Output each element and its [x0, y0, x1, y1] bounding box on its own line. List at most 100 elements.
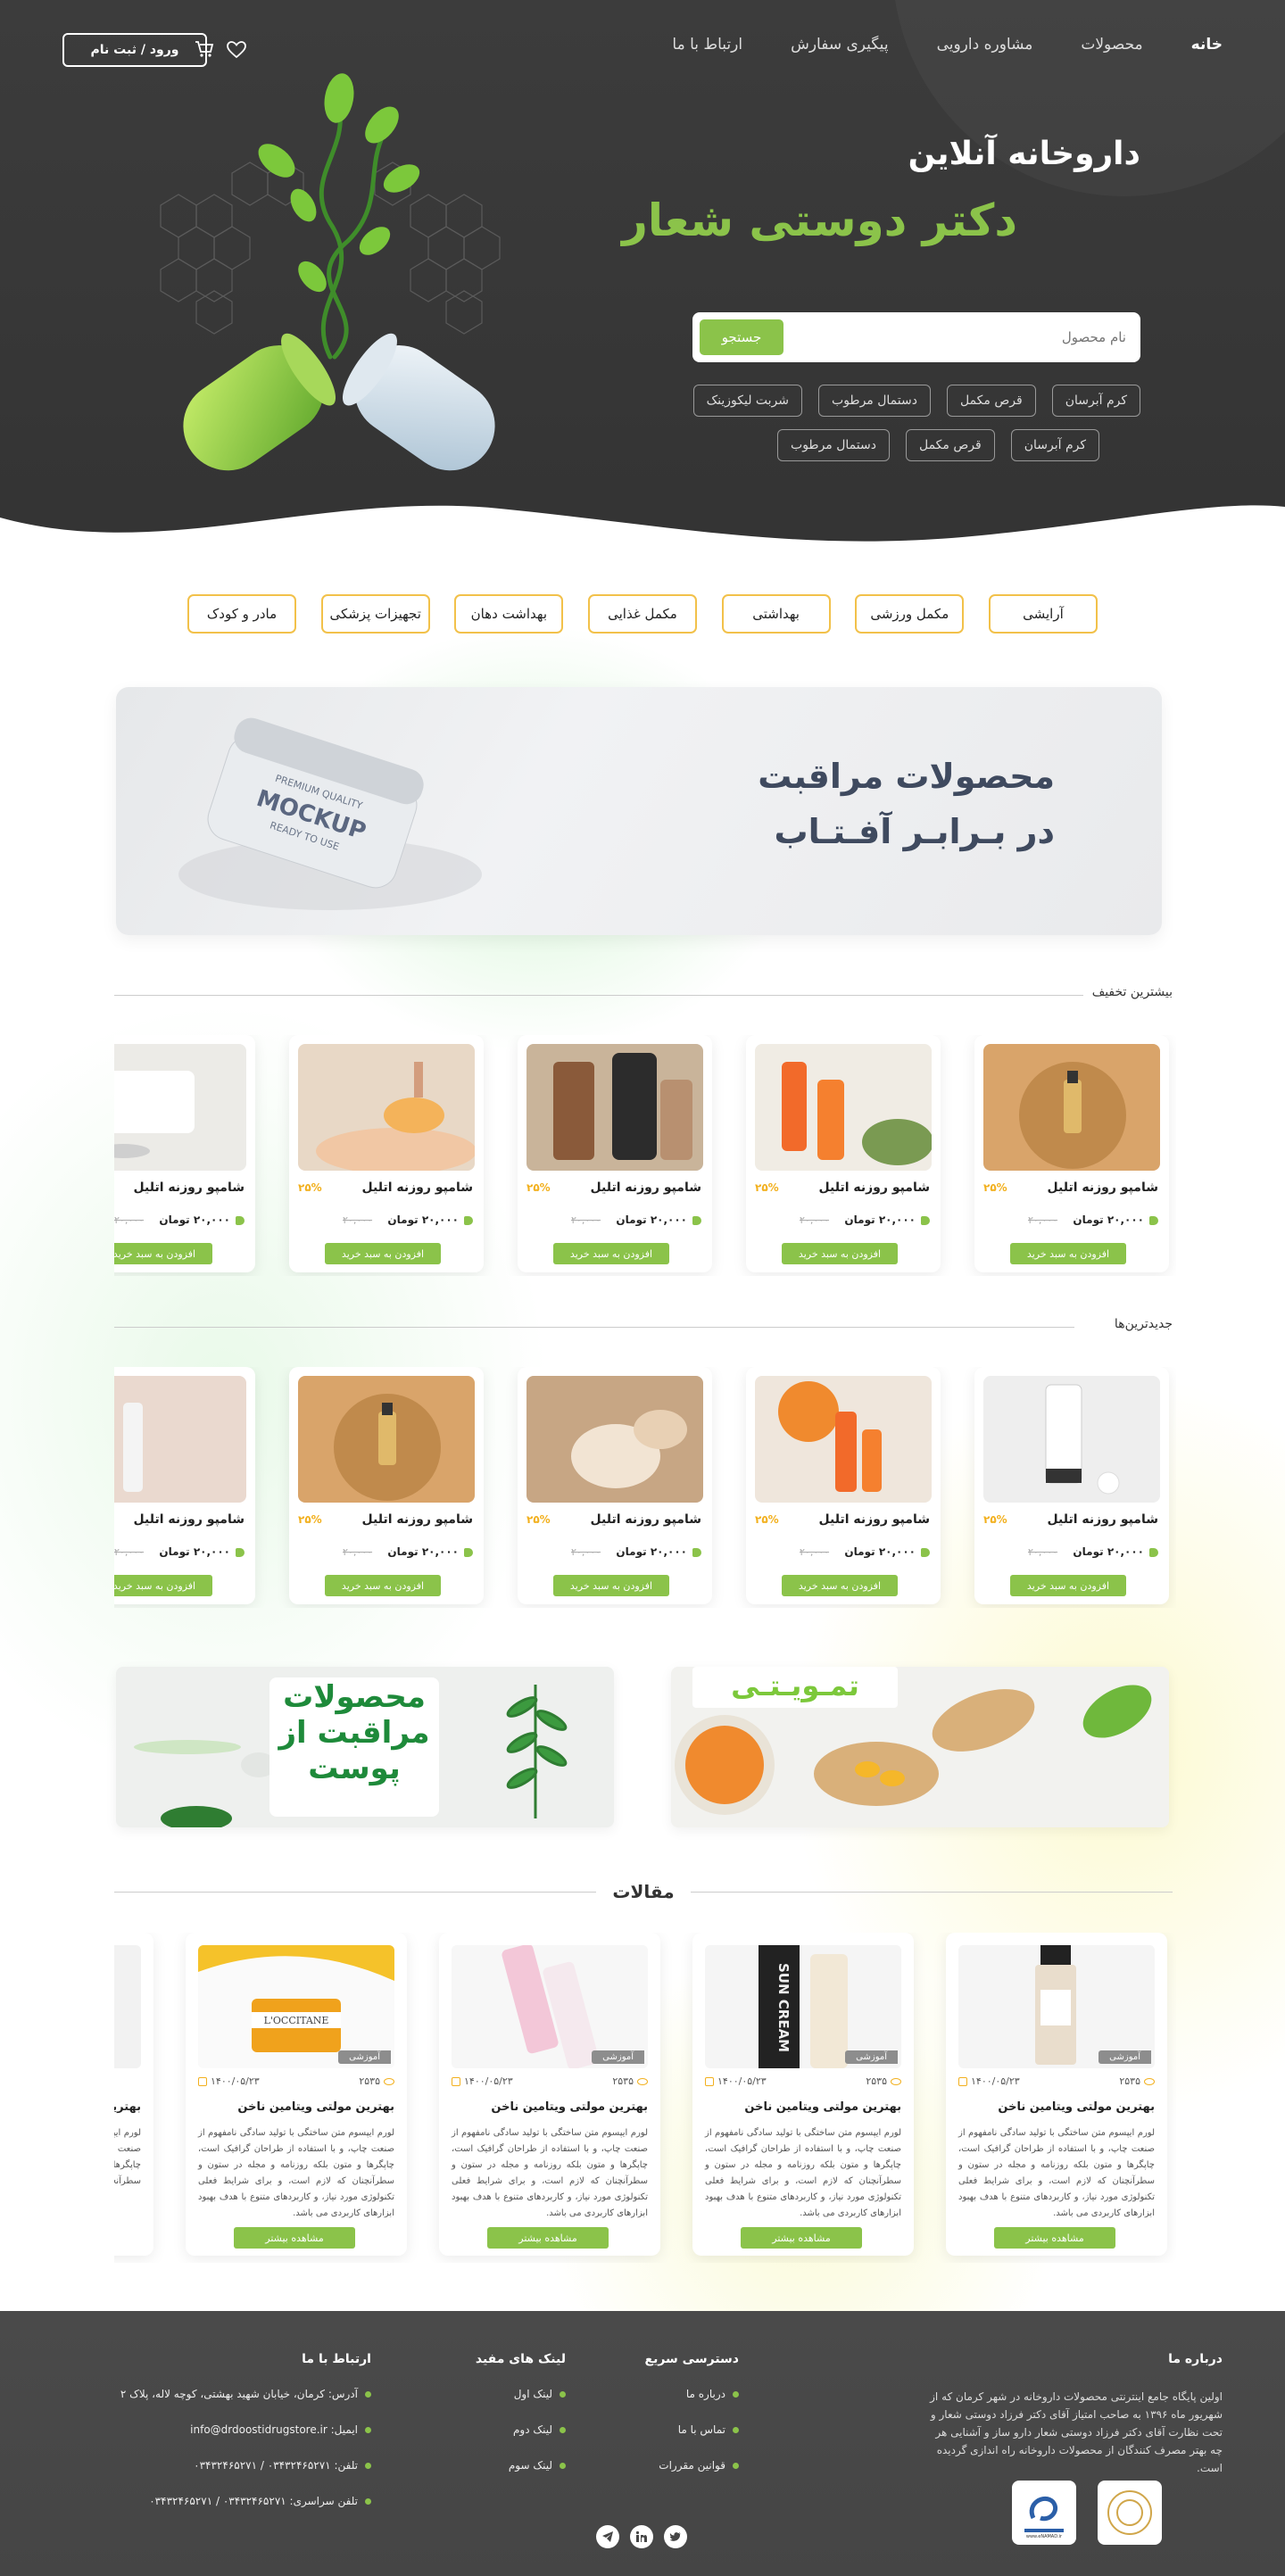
nav-home[interactable]: خانه: [1191, 36, 1223, 54]
footer-support-phone[interactable]: تلفن سراسری: ۰۳۴۳۲۴۶۵۲۷۱ / ۰۳۴۳۲۴۶۵۲۷۱: [120, 2495, 371, 2507]
product-card[interactable]: شامپو روزنه اتلیل ۲۵% ۲۰,۰۰۰ تومان ۲۰,۰۰۰ اف…: [289, 1367, 484, 1604]
category-sport-supplements[interactable]: مکمل ورزشی: [855, 594, 965, 634]
product-image[interactable]: [298, 1044, 475, 1171]
search-tag[interactable]: کرم آبرسان: [1010, 429, 1099, 461]
product-card[interactable]: شامپو روزنه اتلیل ۲۵% ۲۰,۰۰۰ تومان ۲۰,۰۰۰ اف…: [746, 1035, 941, 1272]
product-card[interactable]: شامپو روزنه اتلیل ۲۵% ۲۰,۰۰۰ تومان ۲۰,۰۰۰ اف…: [518, 1367, 712, 1604]
tonic-promo[interactable]: تمـویـتـی: [671, 1667, 1169, 1827]
product-name[interactable]: شامپو روزنه اتلیل: [362, 1512, 473, 1527]
article-title[interactable]: بهترین مولتی ویتامین ناخن: [237, 2100, 394, 2114]
add-to-cart-button[interactable]: افزودن به سبد خرید: [325, 1243, 441, 1264]
linkedin-icon[interactable]: [630, 2525, 653, 2548]
search-input[interactable]: [858, 325, 1126, 350]
product-name[interactable]: شامپو روزنه اتلیل: [591, 1512, 701, 1527]
add-to-cart-button[interactable]: افزودن به سبد خرید: [1010, 1575, 1126, 1596]
product-name[interactable]: شامپو روزنه اتلیل: [591, 1180, 701, 1195]
product-name[interactable]: شامپو روزنه اتلیل: [134, 1180, 245, 1195]
search-button[interactable]: جستجو: [700, 319, 783, 355]
add-to-cart-button[interactable]: افزودن به سبد خرید: [114, 1243, 212, 1264]
product-image[interactable]: [983, 1376, 1160, 1503]
search-tag[interactable]: کرم آبرسان: [1051, 385, 1140, 417]
product-price: ۲۰,۰۰۰ تومان: [387, 1213, 473, 1226]
read-more-button[interactable]: مشاهده بیشتر: [487, 2227, 609, 2249]
product-image[interactable]: [526, 1376, 703, 1503]
add-to-cart-button[interactable]: افزودن به سبد خرید: [114, 1575, 212, 1596]
footer-link-contact[interactable]: تماس با ما: [645, 2423, 739, 2436]
product-name[interactable]: شامپو روزنه اتلیل: [1048, 1180, 1158, 1195]
category-oral-care[interactable]: بهداشت دهان: [454, 594, 564, 634]
add-to-cart-button[interactable]: افزودن به سبد خرید: [782, 1575, 898, 1596]
footer-contact: ارتباط با ما آدرس: کرمان، خیابان شهید به…: [120, 2352, 371, 2530]
footer-link-about[interactable]: درباره ما: [645, 2388, 739, 2400]
product-image[interactable]: [114, 1044, 246, 1171]
product-card[interactable]: شامپو روزنه اتلیل ۲۵% ۲۰,۰۰۰ تومان ۲۰,۰۰۰ اف…: [974, 1035, 1169, 1272]
article-title[interactable]: بهترین مولتی ویتامین ناخن: [744, 2100, 901, 2114]
article-title[interactable]: بهترین مولتی ویتامین ناخن: [998, 2100, 1155, 2114]
add-to-cart-button[interactable]: افزودن به سبد خرید: [553, 1575, 669, 1596]
twitter-icon[interactable]: [664, 2525, 687, 2548]
article-card[interactable]: SUN CREAM آموزشی ۲۵۳۵ ۱۴۰۰/۰۵/۲۳ بهترین مولت…: [692, 1933, 914, 2256]
product-card[interactable]: شامپو روزنه اتلیل ۲۵% ۲۰,۰۰۰ تومان ۲۰,۰۰۰ اف…: [974, 1367, 1169, 1604]
footer-useful-link[interactable]: لینک اول: [476, 2388, 566, 2400]
product-card[interactable]: شامپو روزنه اتلیل ۲۵% ۲۰,۰۰۰ تومان ۲۰,۰۰۰ اف…: [289, 1035, 484, 1272]
add-to-cart-button[interactable]: افزودن به سبد خرید: [553, 1243, 669, 1264]
product-image[interactable]: [983, 1044, 1160, 1171]
search-tag[interactable]: قرص مکمل: [946, 385, 1036, 417]
product-name[interactable]: شامپو روزنه اتلیل: [362, 1180, 473, 1195]
article-card[interactable]: آموزشی ۲۵۳۵ ۱۴۰۰/۰۵/۲۳ بهترین مولتی ویتامین…: [439, 1933, 660, 2256]
article-image[interactable]: [114, 1945, 141, 2068]
footer-useful-link[interactable]: لینک دوم: [476, 2423, 566, 2436]
category-hygiene[interactable]: بهداشتی: [721, 594, 831, 634]
add-to-cart-button[interactable]: افزودن به سبد خرید: [325, 1575, 441, 1596]
product-name[interactable]: شامپو روزنه اتلیل: [1048, 1512, 1158, 1527]
sun-care-banner[interactable]: PREMIUM QUALITY MOCKUP READY TO USE محصو…: [116, 687, 1162, 935]
cart-icon[interactable]: [195, 40, 214, 58]
product-card[interactable]: شامپو روزنه اتلیل ۲۰,۰۰۰ تومان ۲۰,۰۰۰ افزود…: [114, 1367, 255, 1604]
article-card[interactable]: بهترین لورم ایپسوم متن ساختگی با تولید سا…: [114, 1933, 153, 2256]
search-tag[interactable]: شربت لیکوزینک: [692, 385, 803, 417]
footer-useful-link[interactable]: لینک سوم: [476, 2459, 566, 2472]
product-image[interactable]: [298, 1376, 475, 1503]
article-card[interactable]: آموزشی ۲۵۳۵ ۱۴۰۰/۰۵/۲۳ بهترین مولتی ویتامین…: [946, 1933, 1167, 2256]
product-image[interactable]: [526, 1044, 703, 1171]
footer-phone[interactable]: تلفن: ۰۳۴۳۲۴۶۵۲۷۱ / ۰۳۴۳۲۴۶۵۲۷۱: [120, 2459, 371, 2472]
search-tag[interactable]: دستمال مرطوب: [818, 385, 931, 417]
article-excerpt: لورم ایپسوم متن ساختگی با تولید سادگی نا…: [958, 2128, 1155, 2218]
read-more-button[interactable]: مشاهده بیشتر: [741, 2227, 862, 2249]
product-card[interactable]: شامپو روزنه اتلیل ۲۵% ۲۰,۰۰۰ تومان ۲۰,۰۰۰ اف…: [518, 1035, 712, 1272]
product-image[interactable]: [755, 1376, 932, 1503]
article-title[interactable]: بهترین: [114, 2100, 141, 2114]
add-to-cart-button[interactable]: افزودن به سبد خرید: [1010, 1243, 1126, 1264]
login-register-button[interactable]: ورود / ثبت نام: [62, 33, 207, 67]
enamad-badge[interactable]: www.eNAMAD.ir: [1012, 2481, 1076, 2545]
add-to-cart-button[interactable]: افزودن به سبد خرید: [782, 1243, 898, 1264]
article-card[interactable]: L'OCCITANE آموزشی ۲۵۳۵ ۱۴۰۰/۰۵/۲۳ بهترین مول…: [186, 1933, 407, 2256]
product-card[interactable]: شامپو روزنه اتلیل ۲۵% ۲۰,۰۰۰ تومان ۲۰,۰۰۰ اف…: [746, 1367, 941, 1604]
search-tag[interactable]: قرص مکمل: [905, 429, 995, 461]
footer-link-rules[interactable]: قوانین مقررات: [645, 2459, 739, 2472]
product-name[interactable]: شامپو روزنه اتلیل: [134, 1512, 245, 1527]
category-food-supplements[interactable]: مکمل غذایی: [587, 594, 697, 634]
product-image[interactable]: [114, 1376, 246, 1503]
article-excerpt: لورم ایپسوم متن ساختگی با تولید سادگی نا…: [114, 2128, 141, 2186]
search-tag[interactable]: دستمال مرطوب: [777, 429, 890, 461]
nav-products[interactable]: محصولات: [1081, 36, 1142, 54]
footer-email[interactable]: ایمیل: info@drdoostidrugstore.ir: [120, 2423, 371, 2436]
category-mother-child[interactable]: مادر و کودک: [187, 594, 296, 634]
category-medical-equipment[interactable]: تجهیزات پزشکی: [320, 594, 430, 634]
category-cosmetics[interactable]: آرایشی: [988, 594, 1098, 634]
skin-care-promo[interactable]: محصولات مراقبت از پوست: [116, 1667, 614, 1827]
nav-tracking[interactable]: پیگیری سفارش: [791, 36, 888, 54]
nav-contact[interactable]: ارتباط با ما: [672, 36, 742, 54]
product-name[interactable]: شامپو روزنه اتلیل: [819, 1512, 930, 1527]
read-more-button[interactable]: مشاهده بیشتر: [234, 2227, 355, 2249]
trust-seal-badge[interactable]: [1098, 2481, 1162, 2545]
product-card[interactable]: شامپو روزنه اتلیل ۲۰,۰۰۰ تومان ۲۰,۰۰۰ افزود…: [114, 1035, 255, 1272]
nav-consult[interactable]: مشاوره دارویی: [937, 36, 1033, 54]
heart-icon[interactable]: [227, 41, 246, 59]
article-title[interactable]: بهترین مولتی ویتامین ناخن: [491, 2100, 648, 2114]
product-name[interactable]: شامپو روزنه اتلیل: [819, 1180, 930, 1195]
product-image[interactable]: [755, 1044, 932, 1171]
telegram-icon[interactable]: [596, 2525, 619, 2548]
read-more-button[interactable]: مشاهده بیشتر: [994, 2227, 1115, 2249]
